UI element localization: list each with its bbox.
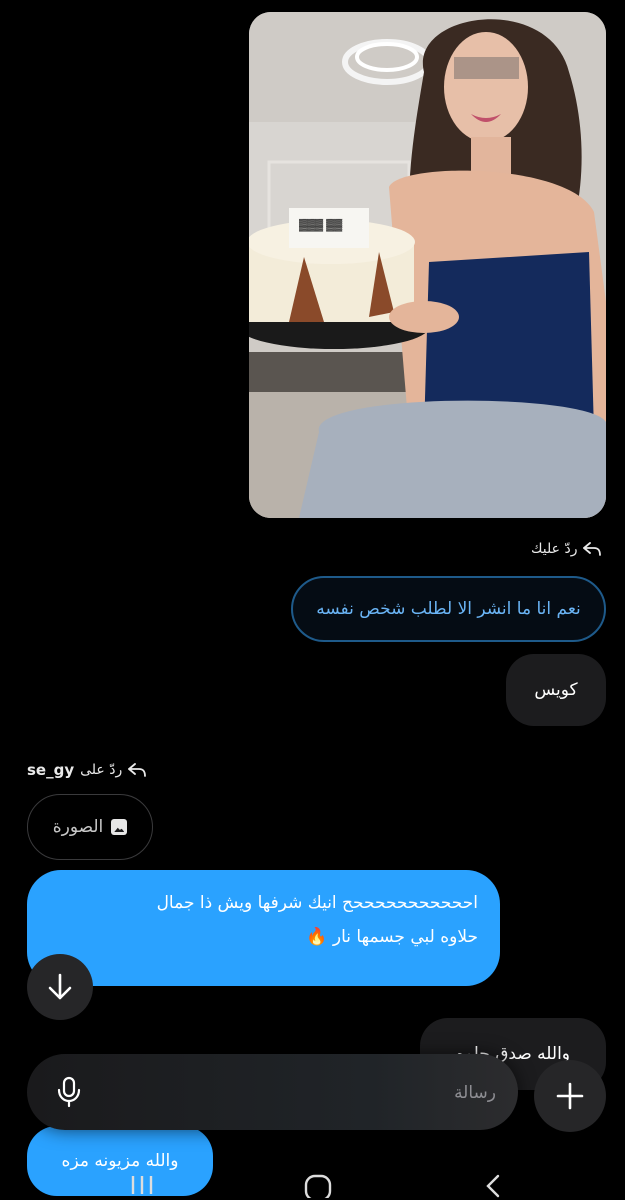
svg-text:▓▓▓ ▓▓: ▓▓▓ ▓▓ bbox=[299, 218, 343, 232]
image-icon bbox=[111, 819, 128, 835]
recents-icon bbox=[131, 1176, 153, 1194]
reply-to-you-label: ردّ عليك bbox=[531, 541, 602, 557]
back-icon bbox=[486, 1174, 500, 1198]
reply-to-you-text: ردّ عليك bbox=[531, 541, 578, 557]
quoted-image[interactable]: الصورة bbox=[27, 794, 153, 860]
reply-username[interactable]: se_gy bbox=[27, 761, 74, 779]
message-input[interactable] bbox=[114, 1072, 498, 1114]
microphone-button[interactable] bbox=[45, 1068, 93, 1116]
message-text-line2: حلاوه لبي جسمها نار 🔥 bbox=[306, 927, 478, 947]
message-text-line1: احححححححححححح انيك شرفها ويش ذا جمال bbox=[156, 893, 478, 913]
system-navigation-bar bbox=[0, 1168, 625, 1200]
photo-message[interactable]: ▓▓▓ ▓▓ bbox=[249, 12, 606, 518]
nav-back-button[interactable] bbox=[482, 1172, 506, 1198]
reply-arrow-icon bbox=[128, 763, 147, 777]
message-bubble-sent[interactable]: كويس bbox=[506, 654, 606, 726]
reply-to-user-label: ردّ على se_gy bbox=[27, 761, 147, 779]
message-text: كويس bbox=[534, 680, 578, 700]
nav-home-button[interactable] bbox=[303, 1172, 333, 1198]
add-attachment-button[interactable] bbox=[534, 1060, 606, 1132]
photo-image: ▓▓▓ ▓▓ bbox=[249, 12, 606, 518]
microphone-icon bbox=[57, 1076, 81, 1108]
reply-arrow-icon bbox=[583, 542, 602, 556]
quoted-message-text: نعم انا ما انشر الا لطلب شخص نفسه bbox=[316, 599, 581, 619]
plus-icon bbox=[556, 1082, 584, 1110]
message-bubble-received[interactable]: احححححححححححح انيك شرفها ويش ذا جمال حلا… bbox=[27, 870, 500, 986]
quoted-image-label: الصورة bbox=[52, 817, 104, 837]
quoted-message[interactable]: نعم انا ما انشر الا لطلب شخص نفسه bbox=[291, 576, 606, 642]
arrow-down-icon bbox=[48, 973, 72, 1000]
home-icon bbox=[304, 1174, 332, 1198]
message-composer bbox=[27, 1054, 518, 1130]
scroll-to-bottom-button[interactable] bbox=[27, 954, 93, 1020]
nav-recents-button[interactable] bbox=[128, 1172, 156, 1196]
reply-to-user-text: ردّ على bbox=[80, 762, 123, 778]
